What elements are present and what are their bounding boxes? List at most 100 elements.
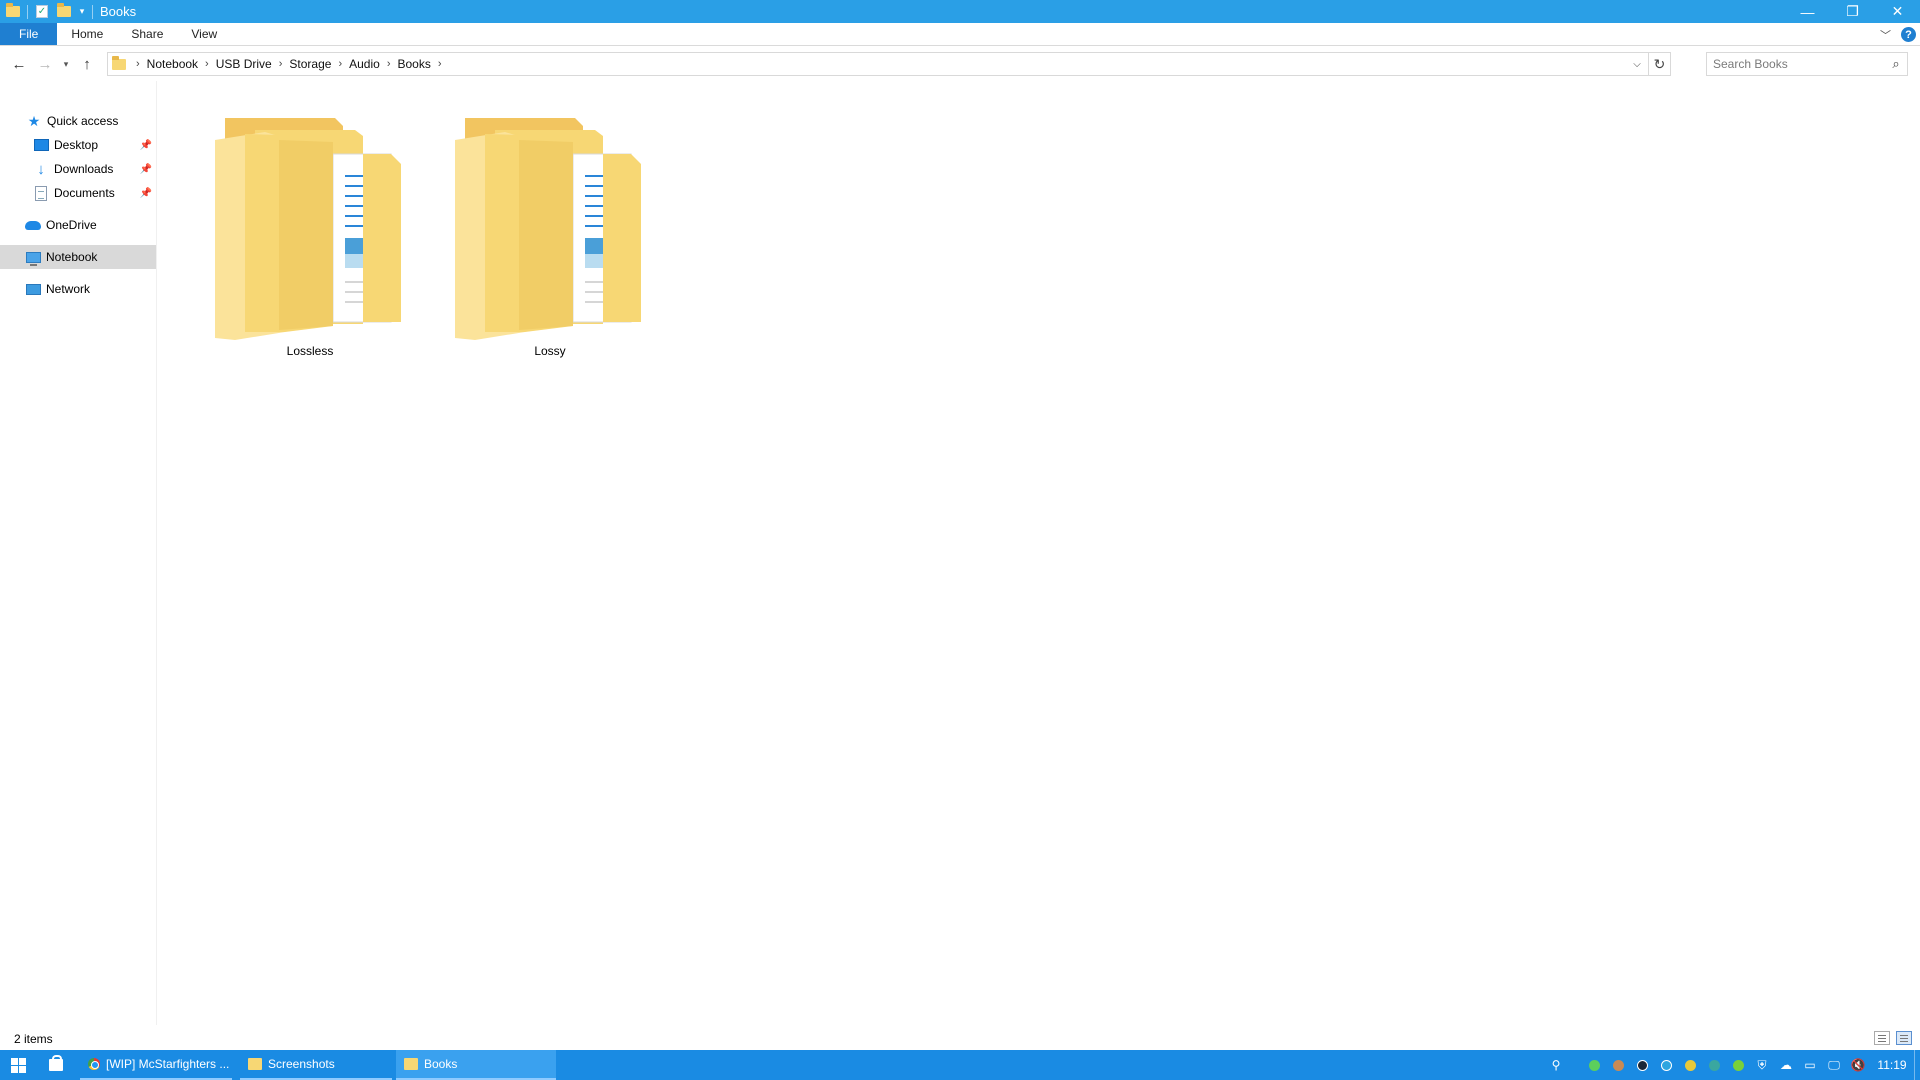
back-button[interactable]: ← [6,52,32,76]
taskbar: [WIP] McStarfighters ... Screenshots Boo… [0,1050,1920,1080]
navigation-pane: ★ Quick access Desktop 📌 ↓ Downloads 📌 D… [0,81,157,1025]
search-icon[interactable]: ⌕ [1885,56,1907,72]
download-icon: ↓ [37,160,45,178]
up-button[interactable]: ↑ [74,52,100,76]
star-icon: ★ [27,112,41,129]
clock[interactable]: 11:19 [1870,1058,1914,1072]
onedrive-cloud-icon[interactable]: ☁ [1774,1050,1798,1080]
folder-icon [112,55,126,70]
breadcrumb-separator[interactable]: › [381,58,397,70]
folder-icon [6,3,20,17]
breadcrumb-separator[interactable]: › [273,58,289,70]
nav-label: Downloads [54,162,114,176]
breadcrumb-separator[interactable]: › [130,58,146,70]
store-icon [49,1055,63,1071]
steam-icon[interactable] [1630,1050,1654,1080]
window-folder-icon[interactable] [2,0,24,23]
tray-app-icon[interactable] [1678,1050,1702,1080]
breadcrumb-separator[interactable]: › [332,58,348,70]
cloud-icon [24,217,42,233]
nav-onedrive[interactable]: OneDrive [0,213,156,237]
telegram-icon[interactable] [1654,1050,1678,1080]
pin-icon: 📌 [139,163,152,175]
details-view-icon[interactable] [1874,1031,1890,1045]
store-button[interactable] [36,1050,76,1080]
customize-qat-chevron-icon[interactable]: ▾ [75,6,89,17]
document-icon [32,185,50,201]
minimize-button[interactable]: — [1785,0,1830,23]
item-count: 2 items [14,1032,53,1046]
nav-documents[interactable]: Documents 📌 [0,181,156,205]
tray-app-icon[interactable] [1726,1050,1750,1080]
breadcrumb-separator[interactable]: › [432,58,448,70]
qat-separator [92,4,93,19]
taskbar-item-chrome[interactable]: [WIP] McStarfighters ... [80,1050,232,1080]
media-player-icon[interactable] [1582,1050,1606,1080]
properties-icon: ✓ [36,5,48,18]
tab-file[interactable]: File [0,23,58,45]
breadcrumb-usb-drive[interactable]: USB Drive [215,57,273,71]
ribbon-right-controls: ﹀ ? [1880,23,1916,46]
tab-home[interactable]: Home [57,23,117,45]
nav-label: Quick access [47,114,119,128]
people-icon[interactable]: ⚲ [1544,1050,1568,1080]
new-folder-icon [57,3,71,17]
nav-network[interactable]: Network [0,277,156,301]
nav-label: Notebook [46,250,98,264]
back-arrow-icon: ← [11,55,27,73]
system-tray: ⚲ ⛨ ☁ ▭ 🖵 🔇 11:19 [1544,1050,1920,1080]
search-input[interactable] [1707,54,1885,74]
close-button[interactable]: ✕ [1875,0,1920,23]
up-arrow-icon: ↑ [83,55,91,73]
taskbar-item-label: [WIP] McStarfighters ... [106,1057,230,1071]
ribbon-tabs: File Home Share View ﹀ ? [0,23,1920,46]
folder-item-lossless[interactable]: Lossless [190,81,430,361]
start-button[interactable] [0,1050,36,1080]
new-folder-button[interactable] [53,0,75,23]
address-folder-icon [108,55,130,70]
restore-button[interactable]: ❐ [1830,0,1875,23]
folder-icon [404,1058,418,1070]
quick-access-toolbar: ✓ ▾ [0,0,96,23]
show-desktop-button[interactable] [1914,1050,1920,1080]
nav-downloads[interactable]: ↓ Downloads 📌 [0,157,156,181]
security-shield-icon[interactable]: ⛨ [1750,1050,1774,1080]
volume-muted-icon[interactable]: 🔇 [1846,1050,1870,1080]
refresh-icon[interactable]: ↻ [1648,53,1670,75]
windows-logo-icon [10,1057,26,1073]
tray-app-icon[interactable] [1606,1050,1630,1080]
properties-button[interactable]: ✓ [31,0,53,23]
help-icon[interactable]: ? [1901,27,1916,42]
forward-arrow-icon: → [37,55,53,73]
globe-icon[interactable] [1702,1050,1726,1080]
breadcrumb-notebook[interactable]: Notebook [146,57,199,71]
window-title: Books [100,4,137,19]
folder-with-documents-icon [215,118,401,340]
tab-view[interactable]: View [177,23,231,45]
network-icon[interactable]: 🖵 [1822,1050,1846,1080]
breadcrumb-separator[interactable]: › [199,58,215,70]
large-icons-view-icon[interactable] [1896,1031,1912,1045]
nav-desktop[interactable]: Desktop 📌 [0,133,156,157]
taskbar-item-screenshots[interactable]: Screenshots [240,1050,392,1080]
recent-locations-button[interactable]: ▾ [58,52,74,76]
folder-item-lossy[interactable]: Lossy [430,81,670,361]
nav-quick-access[interactable]: ★ Quick access [0,109,156,133]
taskbar-item-books[interactable]: Books [396,1050,556,1080]
folder-with-documents-icon [455,118,641,340]
file-list: Lossless Lossy [158,81,1920,1025]
address-bar[interactable]: › Notebook › USB Drive › Storage › Audio… [107,52,1671,76]
expand-ribbon-chevron-icon[interactable]: ﹀ [1880,27,1891,43]
breadcrumb-storage[interactable]: Storage [288,57,332,71]
chrome-icon [88,1058,100,1070]
search-box[interactable]: ⌕ [1706,52,1908,76]
view-toggles [1874,1031,1912,1045]
breadcrumb-books[interactable]: Books [396,57,431,71]
computer-icon [24,249,42,266]
breadcrumb-audio[interactable]: Audio [348,57,381,71]
tab-share[interactable]: Share [117,23,177,45]
nav-notebook[interactable]: Notebook [0,245,156,269]
battery-icon[interactable]: ▭ [1798,1050,1822,1080]
address-history-chevron-icon[interactable]: ⌵ [1626,59,1648,70]
forward-button[interactable]: → [32,52,58,76]
